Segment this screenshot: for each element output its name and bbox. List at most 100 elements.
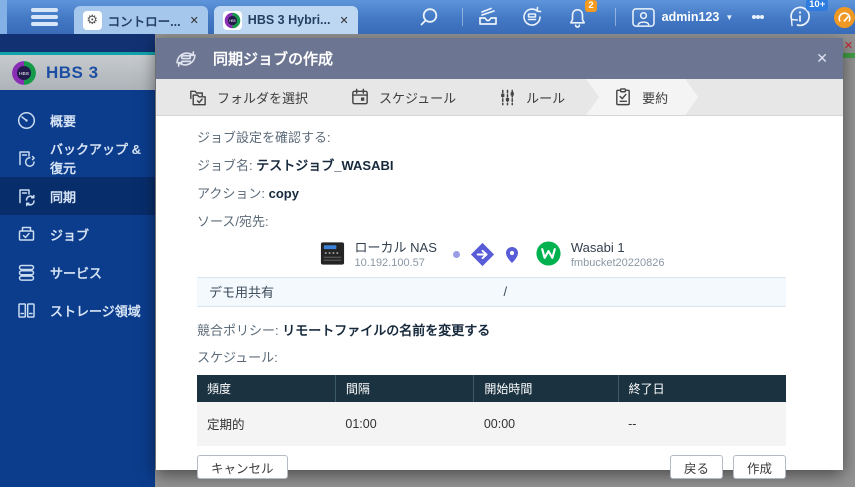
folders-icon: [187, 87, 208, 108]
direction-connector: [453, 241, 519, 268]
notifications-bell-icon[interactable]: 2: [566, 6, 589, 29]
endpoints-row: ローカル NAS 10.192.100.57: [197, 240, 786, 268]
tab-hbs3[interactable]: HBS HBS 3 Hybri... ✕: [214, 6, 358, 34]
sidebar-item-label: バックアップ & 復元: [50, 139, 155, 177]
conflict-label: 競合ポリシー:: [197, 323, 279, 338]
nas-device-icon: [319, 240, 346, 267]
cancel-button[interactable]: キャンセル: [197, 455, 288, 479]
svg-text:HBS: HBS: [229, 18, 236, 22]
storage-icon: [16, 300, 37, 321]
back-button[interactable]: 戻る: [670, 455, 723, 479]
step-select-folders[interactable]: フォルダを選択: [166, 79, 329, 115]
action-value: copy: [269, 186, 299, 201]
schedule-end-date: --: [618, 402, 786, 446]
sidebar-item-label: ストレージ領域: [50, 301, 141, 320]
topbar-divider: [615, 8, 616, 26]
create-button[interactable]: 作成: [733, 455, 786, 479]
job-name-line: ジョブ名: テストジョブ_WASABI: [197, 157, 786, 176]
source-address: 10.192.100.57: [355, 257, 437, 269]
window-close-icon[interactable]: ✕: [842, 39, 855, 52]
wasabi-logo: [535, 240, 562, 267]
conflict-value: リモートファイルの名前を変更する: [282, 323, 490, 338]
step-rules[interactable]: ルール: [477, 79, 586, 115]
background-tasks-icon[interactable]: [476, 5, 500, 29]
sidebar-item-sync[interactable]: 同期: [0, 177, 155, 215]
sidebar: HBS HBS 3 概要 バックアップ & 復元 同期: [0, 34, 155, 487]
sliders-icon: [498, 88, 517, 107]
folder-pair-source: デモ用共有: [197, 278, 492, 306]
sidebar-item-backup-restore[interactable]: バックアップ & 復元: [0, 139, 155, 177]
conflict-line: 競合ポリシー: リモートファイルの名前を変更する: [197, 322, 786, 341]
close-icon[interactable]: ✕: [339, 14, 348, 27]
dialog-footer: キャンセル 戻る 作成: [156, 446, 843, 487]
sidebar-item-services[interactable]: サービス: [0, 253, 155, 291]
clipboard-icon: [613, 87, 633, 107]
source-endpoint: ローカル NAS 10.192.100.57: [319, 240, 437, 268]
schedule-col-frequency: 頻度: [197, 375, 335, 402]
sidebar-item-label: 同期: [50, 187, 76, 206]
step-label: ルール: [526, 88, 565, 107]
sync-job-icon: [171, 44, 201, 74]
dialog-close-icon[interactable]: ✕: [816, 50, 828, 67]
backup-restore-icon: [16, 148, 37, 169]
sync-status-icon[interactable]: [520, 5, 544, 29]
schedule-col-start-time: 開始時間: [474, 375, 618, 402]
services-icon: [16, 262, 37, 283]
sidebar-menu: 概要 バックアップ & 復元 同期 ジョブ: [0, 90, 155, 329]
sidebar-item-jobs[interactable]: ジョブ: [0, 215, 155, 253]
app-brand: HBS HBS 3: [0, 52, 155, 90]
close-icon[interactable]: ✕: [190, 14, 199, 27]
step-summary[interactable]: 要約: [586, 79, 698, 115]
destination-name: Wasabi 1: [571, 240, 665, 256]
job-name-value: テストジョブ_WASABI: [256, 158, 393, 173]
user-name: admin123: [662, 10, 720, 24]
app-title: HBS 3: [46, 63, 99, 83]
folder-pair-row: デモ用共有 /: [197, 277, 786, 307]
schedule-data-row: 定期的 01:00 00:00 --: [197, 402, 786, 446]
search-icon[interactable]: [418, 6, 440, 28]
schedule-label: スケジュール:: [197, 349, 786, 368]
step-label: スケジュール: [379, 88, 456, 107]
confirm-heading: ジョブ設定を確認する:: [197, 129, 786, 148]
sync-icon: [16, 186, 37, 207]
job-name-label: ジョブ名:: [197, 158, 253, 173]
jobs-icon: [16, 224, 37, 245]
schedule-col-interval: 間隔: [335, 375, 473, 402]
notification-count-badge: 2: [585, 0, 596, 12]
schedule-header-row: 頻度 間隔 開始時間 終了日: [197, 375, 786, 402]
step-schedule[interactable]: スケジュール: [329, 79, 477, 115]
tab-label: コントロー...: [108, 11, 181, 30]
sidebar-item-label: 概要: [50, 111, 76, 130]
speedometer-icon: [16, 110, 37, 131]
main-menu-icon[interactable]: [31, 8, 58, 26]
step-label: フォルダを選択: [217, 88, 308, 107]
dialog-body: ジョブ設定を確認する: ジョブ名: テストジョブ_WASABI アクション: c…: [156, 116, 843, 446]
dialog-header: 同期ジョブの作成 ✕: [156, 38, 843, 79]
schedule-frequency: 定期的: [197, 402, 335, 446]
create-sync-job-dialog: 同期ジョブの作成 ✕ フォルダを選択 スケジュール: [156, 38, 843, 470]
schedule-col-end-date: 終了日: [618, 375, 786, 402]
resource-monitor-icon[interactable]: [834, 7, 855, 28]
destination-bucket: fmbucket20220826: [571, 257, 665, 269]
schedule-start-time: 00:00: [474, 402, 618, 446]
help-count-badge: 10+: [806, 0, 828, 11]
topbar-divider: [462, 8, 463, 26]
sidebar-item-overview[interactable]: 概要: [0, 101, 155, 139]
folder-pair-destination: /: [492, 278, 787, 306]
more-options-icon[interactable]: [752, 13, 764, 22]
connector-dot: [453, 251, 460, 258]
action-line: アクション: copy: [197, 185, 786, 204]
sidebar-item-label: ジョブ: [50, 225, 89, 244]
wizard-steps: フォルダを選択 スケジュール ルール 要: [156, 79, 843, 116]
tab-label: HBS 3 Hybri...: [248, 13, 331, 27]
schedule-interval: 01:00: [335, 402, 473, 446]
help-info-icon[interactable]: 10+: [788, 5, 812, 29]
action-label: アクション:: [197, 186, 265, 201]
sidebar-top-strip: [0, 34, 155, 52]
tab-control-panel[interactable]: ⚙ コントロー... ✕: [74, 6, 208, 34]
user-menu[interactable]: admin123 ▼: [631, 7, 734, 28]
hbs-app-icon: HBS: [223, 11, 242, 30]
location-pin-icon: [505, 246, 519, 264]
schedule-table: 頻度 間隔 開始時間 終了日 定期的 01:00 00:00 --: [197, 375, 786, 446]
sidebar-item-storage[interactable]: ストレージ領域: [0, 291, 155, 329]
